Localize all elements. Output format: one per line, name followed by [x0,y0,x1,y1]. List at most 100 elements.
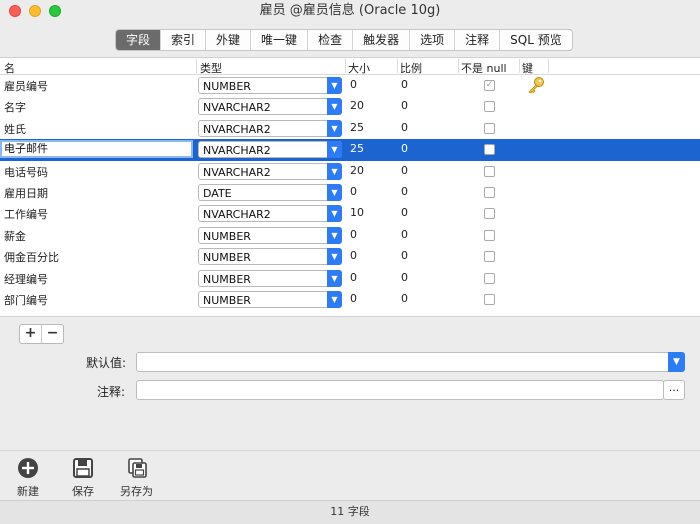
field-name[interactable]: 部门编号 [4,292,48,308]
header-size[interactable]: 大小 [348,60,370,76]
field-size[interactable]: 0 [350,228,357,241]
chevron-down-icon[interactable]: ▼ [327,248,342,266]
remove-field-button[interactable]: − [42,325,63,343]
not-null-checkbox[interactable]: ✓ [484,80,495,91]
field-type-select[interactable]: DATE ▼ [198,183,342,201]
header-notnull[interactable]: 不是 null [461,60,507,76]
field-type-select[interactable]: NUMBER ▼ [198,77,342,94]
field-size[interactable]: 0 [350,78,357,91]
chevron-down-icon[interactable]: ▼ [327,269,342,287]
chevron-down-icon[interactable]: ▼ [327,119,342,137]
field-name[interactable]: 薪金 [4,228,26,244]
header-scale[interactable]: 比例 [400,60,422,76]
save-as-button[interactable]: 另存为 [120,457,153,499]
not-null-checkbox[interactable] [484,272,495,284]
field-type-select[interactable]: NUMBER ▼ [198,226,342,244]
field-name[interactable]: 经理编号 [4,271,48,287]
table-row[interactable]: 部门编号 NUMBER ▼ 0 0 [0,289,700,310]
table-row[interactable]: 电话号码 NVARCHAR2 ▼ 20 0 [0,161,700,182]
chevron-down-icon[interactable]: ▼ [327,183,342,201]
table-row[interactable]: 电子邮件 NVARCHAR2 ▼ 25 0 [0,139,700,161]
not-null-checkbox[interactable] [484,229,495,241]
chevron-down-icon[interactable]: ▼ [327,205,342,223]
field-scale[interactable]: 0 [401,99,408,112]
save-button[interactable]: 保存 [72,457,94,499]
field-type-select[interactable]: NVARCHAR2 ▼ [198,119,342,137]
field-type-select[interactable]: NVARCHAR2 ▼ [198,141,342,159]
field-name[interactable]: 姓氏 [4,121,26,137]
field-type-select[interactable]: NUMBER ▼ [198,269,342,287]
table-row[interactable]: 经理编号 NUMBER ▼ 0 0 [0,268,700,289]
field-scale[interactable]: 0 [401,142,408,155]
tab-1[interactable]: 索引 [161,30,207,50]
zoom-light[interactable] [49,5,61,17]
field-type-select[interactable]: NUMBER ▼ [198,248,342,266]
field-scale[interactable]: 0 [401,121,408,134]
field-scale[interactable]: 0 [401,292,408,305]
chevron-down-icon[interactable]: ▼ [327,77,342,94]
field-size[interactable]: 0 [350,292,357,305]
header-type[interactable]: 类型 [200,60,222,76]
table-row[interactable]: 薪金 NUMBER ▼ 0 0 [0,225,700,246]
not-null-checkbox[interactable] [484,122,495,134]
chevron-down-icon[interactable]: ▼ [327,141,342,159]
tab-5[interactable]: 触发器 [353,30,411,50]
add-field-button[interactable]: + [20,325,42,343]
field-scale[interactable]: 0 [401,249,408,262]
table-row[interactable]: 雇员编号 NUMBER ▼ 0 0 ✓ [0,75,700,96]
tab-2[interactable]: 外键 [206,30,252,50]
field-name[interactable]: 电话号码 [4,164,48,180]
table-row[interactable]: 佣金百分比 NUMBER ▼ 0 0 [0,246,700,267]
field-size[interactable]: 0 [350,271,357,284]
not-null-checkbox[interactable] [484,101,495,113]
field-scale[interactable]: 0 [401,78,408,91]
field-name[interactable]: 电子邮件 [0,140,193,159]
field-size[interactable]: 10 [350,206,364,219]
field-name[interactable]: 名字 [4,99,26,115]
field-type-select[interactable]: NUMBER ▼ [198,290,342,308]
chevron-down-icon[interactable]: ▼ [668,352,685,372]
tab-4[interactable]: 检查 [308,30,354,50]
chevron-down-icon[interactable]: ▼ [327,98,342,116]
field-size[interactable]: 20 [350,164,364,177]
field-size[interactable]: 0 [350,249,357,262]
field-size[interactable]: 0 [350,185,357,198]
comment-expand-button[interactable]: ... [663,380,685,400]
field-type-select[interactable]: NVARCHAR2 ▼ [198,205,342,223]
field-scale[interactable]: 0 [401,271,408,284]
field-name[interactable]: 佣金百分比 [4,249,59,265]
field-type-select[interactable]: NVARCHAR2 ▼ [198,162,342,180]
not-null-checkbox[interactable] [484,293,495,305]
header-key[interactable]: 键 [522,60,533,76]
table-row[interactable]: 工作编号 NVARCHAR2 ▼ 10 0 [0,203,700,224]
chevron-down-icon[interactable]: ▼ [327,290,342,308]
field-size[interactable]: 25 [350,121,364,134]
tab-7[interactable]: 注释 [455,30,501,50]
table-row[interactable]: 雇用日期 DATE ▼ 0 0 [0,182,700,203]
table-row[interactable]: 姓氏 NVARCHAR2 ▼ 25 0 [0,118,700,139]
field-size[interactable]: 20 [350,99,364,112]
field-size[interactable]: 25 [350,142,364,155]
not-null-checkbox[interactable] [484,251,495,263]
not-null-checkbox[interactable] [484,208,495,220]
field-name[interactable]: 雇用日期 [4,185,48,201]
not-null-checkbox[interactable] [484,165,495,177]
new-button[interactable]: 新建 [17,457,39,499]
tab-6[interactable]: 选项 [410,30,456,50]
field-scale[interactable]: 0 [401,164,408,177]
not-null-checkbox[interactable] [484,186,495,198]
tab-0[interactable]: 字段 [116,30,162,50]
header-name[interactable]: 名 [4,60,15,76]
field-type-select[interactable]: NVARCHAR2 ▼ [198,98,342,116]
close-light[interactable] [9,5,21,17]
tab-8[interactable]: SQL 预览 [500,30,572,50]
chevron-down-icon[interactable]: ▼ [327,226,342,244]
field-scale[interactable]: 0 [401,206,408,219]
not-null-checkbox[interactable] [484,144,495,156]
field-scale[interactable]: 0 [401,228,408,241]
comment-field[interactable] [136,380,664,400]
default-value-field[interactable]: ▼ [136,352,685,372]
minimize-light[interactable] [29,5,41,17]
chevron-down-icon[interactable]: ▼ [327,162,342,180]
tab-3[interactable]: 唯一键 [251,30,309,50]
